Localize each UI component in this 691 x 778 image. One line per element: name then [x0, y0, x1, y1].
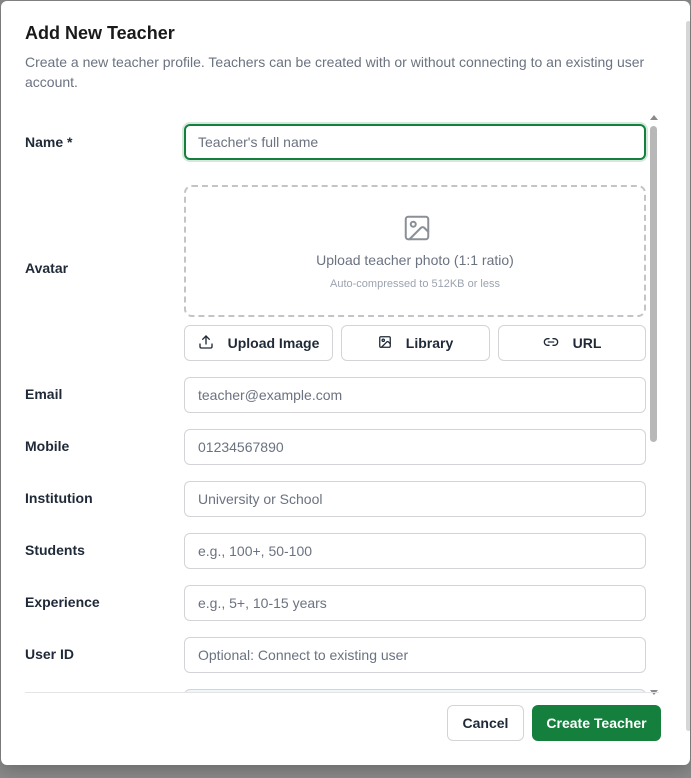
- upload-hint: Auto-compressed to 512KB or less: [330, 278, 500, 290]
- dialog-scrollbar[interactable]: [686, 21, 690, 731]
- cancel-button[interactable]: Cancel: [447, 705, 524, 741]
- institution-input[interactable]: [184, 481, 646, 517]
- form-scrollbar-thumb[interactable]: [650, 126, 657, 442]
- scroll-up-arrow-icon[interactable]: [650, 115, 658, 120]
- user-id-input[interactable]: [184, 637, 646, 673]
- name-input[interactable]: [184, 124, 646, 160]
- add-teacher-dialog: Add New Teacher Create a new teacher pro…: [1, 1, 690, 765]
- institution-label: Institution: [25, 490, 93, 506]
- upload-icon: [198, 334, 214, 353]
- create-teacher-button[interactable]: Create Teacher: [532, 705, 661, 741]
- students-input[interactable]: [184, 533, 646, 569]
- upload-image-button[interactable]: Upload Image: [184, 325, 333, 361]
- image-icon: [402, 213, 432, 248]
- url-label: URL: [572, 335, 602, 351]
- url-button[interactable]: URL: [498, 325, 646, 361]
- form-scroll-area[interactable]: Name * Avatar Upload teacher photo (1:1 …: [1, 111, 690, 693]
- upload-prompt: Upload teacher photo (1:1 ratio): [316, 252, 514, 268]
- mobile-input[interactable]: [184, 429, 646, 465]
- email-label: Email: [25, 386, 63, 402]
- avatar-dropzone[interactable]: Upload teacher photo (1:1 ratio) Auto-co…: [184, 185, 646, 317]
- library-button[interactable]: Library: [341, 325, 490, 361]
- dialog-title: Add New Teacher: [25, 23, 175, 43]
- user-id-label: User ID: [25, 646, 75, 662]
- name-label: Name *: [25, 134, 73, 150]
- experience-input[interactable]: [184, 585, 646, 621]
- avatar-label: Avatar: [25, 260, 69, 276]
- experience-label: Experience: [25, 594, 100, 610]
- gallery-icon: [378, 335, 392, 352]
- dialog-description: Create a new teacher profile. Teachers c…: [25, 54, 645, 90]
- upload-image-label: Upload Image: [227, 335, 320, 351]
- library-label: Library: [405, 335, 454, 351]
- link-icon: [543, 334, 559, 353]
- email-input[interactable]: [184, 377, 646, 413]
- footer-divider: [25, 692, 659, 693]
- students-label: Students: [25, 542, 85, 558]
- mobile-label: Mobile: [25, 438, 70, 454]
